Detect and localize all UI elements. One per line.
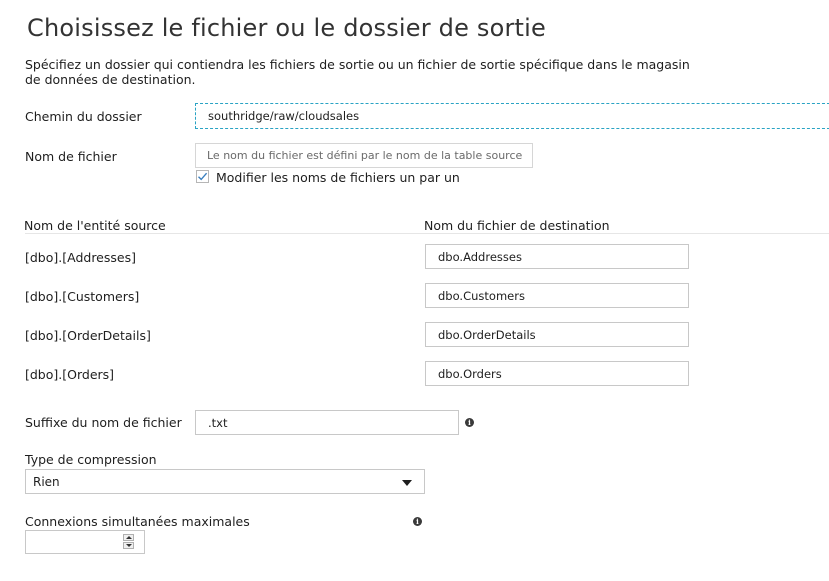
info-icon[interactable]: i	[465, 418, 474, 427]
suffix-input[interactable]: .txt	[195, 410, 459, 435]
compression-selected: Rien	[33, 474, 60, 489]
page-title: Choisissez le fichier ou le dossier de s…	[27, 14, 546, 42]
page-description: Spécifiez un dossier qui contiendra les …	[25, 57, 690, 87]
info-icon[interactable]: i	[413, 517, 422, 526]
folder-path-input[interactable]: southridge/raw/cloudsales	[195, 103, 829, 129]
dest-file-value: dbo.Orders	[438, 366, 502, 381]
arrow-down-icon	[125, 544, 132, 547]
dest-file-header: Nom du fichier de destination	[424, 218, 610, 233]
chevron-down-icon	[402, 480, 412, 486]
compression-select[interactable]: Rien	[25, 469, 425, 494]
table-header-divider	[25, 233, 829, 234]
file-name-label: Nom de fichier	[25, 149, 117, 164]
folder-path-label: Chemin du dossier	[25, 109, 142, 124]
decrement-button[interactable]	[123, 542, 134, 549]
dest-file-input[interactable]: dbo.Orders	[425, 361, 689, 386]
suffix-label: Suffixe du nom de fichier	[25, 415, 182, 430]
source-entity-cell: [dbo].[Addresses]	[25, 250, 136, 265]
suffix-value: .txt	[208, 415, 228, 430]
file-name-input: Le nom du fichier est défini par le nom …	[195, 143, 533, 168]
modify-names-checkbox[interactable]	[196, 170, 209, 183]
max-connections-stepper[interactable]	[25, 530, 145, 554]
modify-names-label[interactable]: Modifier les noms de fichiers un par un	[216, 170, 460, 185]
dest-file-value: dbo.OrderDetails	[438, 327, 536, 342]
source-entity-cell: [dbo].[Orders]	[25, 367, 115, 382]
file-name-placeholder: Le nom du fichier est défini par le nom …	[207, 149, 523, 162]
dest-file-value: dbo.Customers	[438, 288, 525, 303]
arrow-up-icon	[125, 536, 132, 539]
max-connections-label: Connexions simultanées maximales	[25, 514, 250, 529]
folder-path-value: southridge/raw/cloudsales	[208, 109, 360, 123]
checkmark-icon	[198, 172, 208, 181]
dest-file-input[interactable]: dbo.OrderDetails	[425, 322, 689, 347]
source-entity-cell: [dbo].[OrderDetails]	[25, 328, 151, 343]
increment-button[interactable]	[123, 534, 134, 541]
dest-file-input[interactable]: dbo.Customers	[425, 283, 689, 308]
dest-file-input[interactable]: dbo.Addresses	[425, 244, 689, 269]
source-entity-header: Nom de l'entité source	[24, 218, 166, 233]
source-entity-cell: [dbo].[Customers]	[25, 289, 140, 304]
dest-file-value: dbo.Addresses	[438, 249, 522, 264]
compression-label: Type de compression	[25, 452, 157, 467]
